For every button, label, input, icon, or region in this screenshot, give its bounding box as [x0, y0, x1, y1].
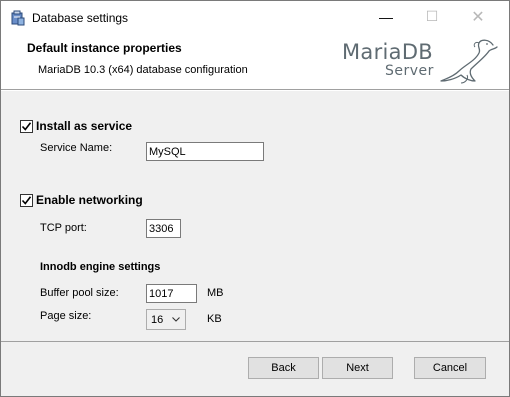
tcp-port-input[interactable]: 3306	[146, 219, 181, 238]
buffer-pool-input[interactable]: 1017	[146, 284, 197, 303]
tcp-port-label: TCP port:	[40, 222, 87, 234]
install-service-row[interactable]: Install as service	[20, 119, 132, 133]
logo-text-server: Server	[385, 63, 434, 79]
service-name-label: Service Name:	[40, 142, 113, 154]
chevron-down-icon	[171, 314, 181, 327]
page-size-unit: KB	[207, 313, 222, 325]
page-size-select[interactable]: 16	[146, 309, 186, 330]
header-banner: Default instance properties MariaDB 10.3…	[1, 32, 509, 90]
title-bar: Database settings — ☐ ✕	[1, 1, 509, 32]
install-service-checkbox[interactable]	[20, 119, 33, 133]
window-title: Database settings	[32, 11, 129, 25]
checkmark-icon	[21, 121, 32, 131]
button-bar: Back Next Cancel	[1, 341, 509, 396]
install-service-label: Install as service	[36, 119, 133, 133]
mariadb-logo: MariaDB Server	[335, 35, 503, 87]
cancel-button[interactable]: Cancel	[414, 357, 486, 379]
enable-networking-label: Enable networking	[36, 193, 143, 207]
checkmark-icon	[21, 195, 32, 205]
logo-text-mariadb: MariaDB	[342, 40, 434, 64]
page-title: Default instance properties	[27, 41, 182, 55]
minimize-icon: —	[379, 8, 393, 25]
close-icon: ✕	[471, 8, 485, 26]
service-name-input[interactable]: MySQL	[146, 142, 264, 161]
back-button[interactable]: Back	[248, 357, 319, 379]
maximize-button[interactable]: ☐	[409, 1, 455, 32]
sea-lion-icon	[440, 39, 498, 84]
maximize-icon: ☐	[425, 8, 439, 24]
enable-networking-row[interactable]: Enable networking	[20, 193, 143, 207]
minimize-button[interactable]: —	[363, 1, 409, 32]
innodb-heading: Innodb engine settings	[40, 261, 161, 273]
page-subtitle: MariaDB 10.3 (x64) database configuratio…	[38, 64, 248, 76]
database-settings-window: Database settings — ☐ ✕ Default instance…	[0, 0, 510, 397]
next-button[interactable]: Next	[322, 357, 393, 379]
page-size-label: Page size:	[40, 310, 92, 322]
enable-networking-checkbox[interactable]	[20, 193, 33, 207]
buffer-pool-label: Buffer pool size:	[40, 287, 119, 299]
settings-panel: Install as service Service Name: MySQL E…	[1, 91, 509, 341]
installer-icon	[10, 10, 26, 26]
close-button[interactable]: ✕	[455, 1, 501, 32]
page-size-value: 16	[151, 314, 164, 326]
buffer-pool-unit: MB	[207, 287, 224, 299]
